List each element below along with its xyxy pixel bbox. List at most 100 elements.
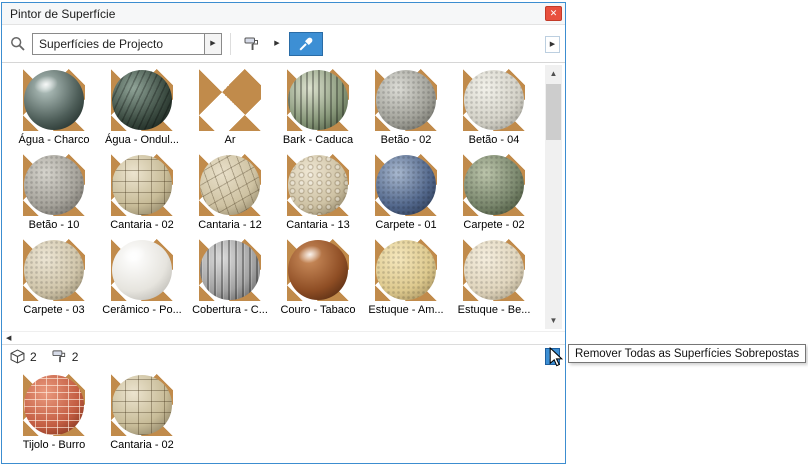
surface-set-input[interactable] (32, 33, 204, 55)
material-thumbnail (23, 154, 85, 216)
toolbar-flyout-arrow-icon: ▶ (550, 41, 555, 48)
material-thumbnail (463, 154, 525, 216)
material-thumbnail (463, 69, 525, 131)
scrollbar-thumb[interactable] (546, 84, 561, 140)
close-icon: ✕ (550, 9, 558, 18)
eyedropper-button[interactable] (289, 32, 323, 56)
material-label: Betão - 10 (10, 219, 98, 231)
material-sphere (376, 70, 436, 130)
material-item[interactable]: Couro - Tabaco (274, 239, 362, 324)
material-item[interactable]: Água - Ondul... (98, 69, 186, 154)
overrides-grid: Tijolo - BurroCantaria - 02 (2, 368, 545, 459)
material-label: Carpete - 02 (450, 219, 538, 231)
surface-set-combo: ▶ (32, 33, 222, 55)
material-sphere (24, 240, 84, 300)
material-label: Betão - 04 (450, 134, 538, 146)
material-label: Estuque - Be... (450, 304, 538, 316)
material-item[interactable]: Estuque - Be... (450, 239, 538, 324)
material-label: Couro - Tabaco (274, 304, 362, 316)
project-surfaces-list: Água - CharcoÁgua - Ondul...ArBark - Cad… (2, 63, 565, 331)
material-item[interactable]: Cantaria - 13 (274, 154, 362, 239)
material-item[interactable]: Betão - 04 (450, 69, 538, 154)
material-thumbnail (375, 69, 437, 131)
material-label: Cantaria - 02 (98, 219, 186, 231)
material-sphere (112, 70, 172, 130)
panel-splitter[interactable]: ◀ (2, 331, 565, 344)
material-thumbnail (111, 239, 173, 301)
material-thumbnail (23, 239, 85, 301)
elements-cube-icon (10, 349, 25, 364)
screen: Pintor de Superfície ✕ ▶ ▶ ▶ Água - Char… (0, 0, 808, 467)
material-label: Carpete - 01 (362, 219, 450, 231)
material-item[interactable]: Carpete - 03 (10, 239, 98, 324)
flyout-arrow-icon: ▶ (274, 40, 279, 47)
material-label: Betão - 02 (362, 134, 450, 146)
material-label: Bark - Caduca (274, 134, 362, 146)
toolbar-divider (230, 33, 231, 55)
material-item[interactable]: Bark - Caduca (274, 69, 362, 154)
close-button[interactable]: ✕ (545, 6, 562, 21)
paint-mode-button[interactable] (239, 32, 265, 56)
material-sphere (288, 70, 348, 130)
material-thumbnail (375, 154, 437, 216)
material-item[interactable]: Cantaria - 12 (186, 154, 274, 239)
elements-count: 2 (30, 350, 37, 364)
material-label: Cerâmico - Po... (98, 304, 186, 316)
collapse-panel-icon[interactable]: ◀ (6, 335, 11, 342)
scroll-down-icon: ▼ (550, 316, 558, 325)
material-item[interactable]: Cerâmico - Po... (98, 239, 186, 324)
material-item[interactable]: Betão - 10 (10, 154, 98, 239)
material-label: Cantaria - 12 (186, 219, 274, 231)
material-sphere (24, 375, 84, 435)
material-thumbnail (111, 374, 173, 436)
material-thumbnail (287, 69, 349, 131)
material-thumbnail (199, 69, 261, 131)
material-sphere (112, 155, 172, 215)
material-item[interactable]: Estuque - Am... (362, 239, 450, 324)
material-label: Cantaria - 02 (98, 439, 186, 451)
scroll-up-icon: ▲ (550, 69, 558, 78)
scroll-down-button[interactable]: ▼ (545, 312, 562, 329)
vertical-scrollbar[interactable]: ▲ ▼ (545, 65, 562, 329)
material-item[interactable]: Tijolo - Burro (10, 374, 98, 459)
material-label: Ar (186, 134, 274, 146)
material-sphere (112, 375, 172, 435)
material-sphere (200, 240, 260, 300)
material-item[interactable]: Carpete - 02 (450, 154, 538, 239)
material-label: Água - Ondul... (98, 134, 186, 146)
material-item[interactable]: Carpete - 01 (362, 154, 450, 239)
material-label: Estuque - Am... (362, 304, 450, 316)
material-label: Cobertura - C... (186, 304, 274, 316)
material-item[interactable]: Cobertura - C... (186, 239, 274, 324)
toolbar: ▶ ▶ ▶ (2, 25, 565, 63)
materials-grid: Água - CharcoÁgua - Ondul...ArBark - Cad… (2, 63, 565, 324)
window-title: Pintor de Superfície (10, 7, 115, 21)
material-thumbnail (287, 239, 349, 301)
material-thumbnail (463, 239, 525, 301)
scroll-up-button[interactable]: ▲ (545, 65, 562, 82)
tooltip: Remover Todas as Superfícies Sobrepostas (568, 344, 806, 363)
overrides-flyout-button[interactable]: ▶ (545, 348, 560, 365)
material-thumbnail (287, 154, 349, 216)
material-thumbnail (23, 374, 85, 436)
surface-set-dropdown-button[interactable]: ▶ (204, 33, 222, 55)
material-thumbnail (23, 69, 85, 131)
material-item[interactable]: Ar (186, 69, 274, 154)
material-sphere (464, 155, 524, 215)
search-icon (10, 36, 26, 52)
material-label: Tijolo - Burro (10, 439, 98, 451)
material-sphere (288, 240, 348, 300)
eyedropper-icon (298, 36, 314, 52)
toolbar-flyout-button[interactable]: ▶ (545, 36, 560, 53)
material-sphere (376, 155, 436, 215)
material-item[interactable]: Betão - 02 (362, 69, 450, 154)
material-item[interactable]: Água - Charco (10, 69, 98, 154)
material-item[interactable]: Cantaria - 02 (98, 154, 186, 239)
paint-mode-flyout-button[interactable]: ▶ (271, 32, 283, 56)
material-thumbnail (199, 239, 261, 301)
material-sphere (24, 70, 84, 130)
material-item[interactable]: Cantaria - 02 (98, 374, 186, 459)
overrides-flyout-arrow-icon: ▶ (550, 353, 555, 360)
overrides-statusbar: 2 2 ▶ (2, 344, 565, 368)
material-thumbnail (111, 154, 173, 216)
